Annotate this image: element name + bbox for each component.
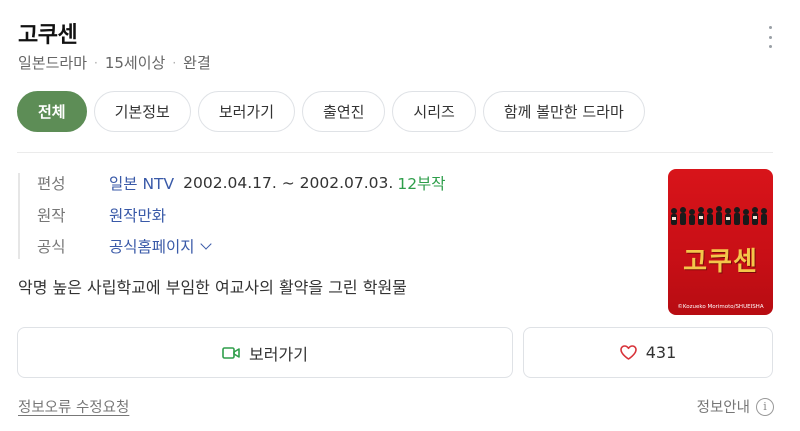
tab-series[interactable]: 시리즈 [392,91,476,132]
poster-image[interactable]: 고쿠센 ©Kozueko Morimoto/SHUEISHA [668,169,773,315]
broadcast-channel-link[interactable]: 일본 NTV [109,172,174,194]
heart-icon [619,345,637,360]
video-icon [222,346,240,359]
info-icon: i [756,397,774,416]
more-options-icon[interactable] [764,26,776,48]
status-text: 완결 [183,54,211,72]
watch-button[interactable]: 보러가기 [17,327,513,378]
tab-all[interactable]: 전체 [17,91,87,132]
info-accent-bar [18,173,20,259]
info-guide-label: 정보안내 [696,400,750,416]
tab-recommended[interactable]: 함께 볼만한 드라마 [482,91,645,132]
broadcast-row: 편성 일본 NTV 2002.04.17. ~ 2002.07.03. 12부작 [37,172,446,194]
poster-cast-silhouettes [671,206,767,225]
broadcast-label: 편성 [37,175,66,193]
watch-button-label: 보러가기 [249,344,308,364]
original-label: 원작 [37,207,66,225]
like-count: 431 [645,343,677,362]
official-row: 공식 공식홈페이지 [37,235,212,257]
report-error-link[interactable]: 정보오류 수정요청 [18,396,129,417]
official-homepage-link[interactable]: 공식홈페이지 [109,235,195,257]
broadcast-period: 2002.04.17. ~ 2002.07.03. [183,174,394,192]
tab-basic-info[interactable]: 기본정보 [93,91,191,132]
age-rating-text: 15세이상 [104,54,166,72]
section-divider [17,152,773,153]
official-label: 공식 [37,238,66,256]
original-work-link[interactable]: 원작만화 [109,204,166,226]
tab-bar: 전체 기본정보 보러가기 출연진 시리즈 함께 볼만한 드라마 [17,91,645,132]
info-guide-button[interactable]: 정보안내 i [697,396,774,417]
tab-cast[interactable]: 출연진 [302,91,386,132]
subtitle: 일본드라마 · 15세이상 · 완결 [18,54,211,72]
page-title: 고쿠센 [18,23,78,48]
poster-credit: ©Kozueko Morimoto/SHUEISHA [677,304,764,310]
chevron-down-icon[interactable] [199,237,212,250]
poster-title: 고쿠센 [683,247,758,277]
episode-count: 12부작 [397,175,446,193]
like-button[interactable]: 431 [523,327,773,378]
synopsis: 악명 높은 사립학교에 부임한 여교사의 활약을 그린 학원물 [18,278,407,297]
tab-watch[interactable]: 보러가기 [197,91,296,132]
original-row: 원작 원작만화 [37,204,166,226]
country-text: 일본드라마 [18,54,88,72]
